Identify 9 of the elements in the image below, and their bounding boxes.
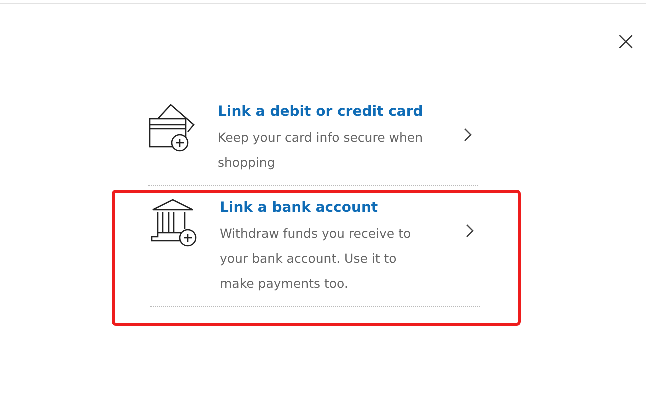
option-description: Keep your card info secure when shopping: [218, 129, 424, 172]
chevron-right-icon[interactable]: [464, 128, 472, 142]
option-title[interactable]: Link a bank account: [220, 198, 378, 218]
option-title[interactable]: Link a debit or credit card: [218, 102, 424, 122]
bank-plus-icon: [150, 198, 198, 248]
chevron-right-icon[interactable]: [466, 224, 474, 238]
card-plus-icon: [148, 102, 196, 152]
close-button[interactable]: ×: [614, 30, 638, 54]
option-description: Withdraw funds you receive to your bank account. Use it to make payments too.: [220, 225, 412, 293]
